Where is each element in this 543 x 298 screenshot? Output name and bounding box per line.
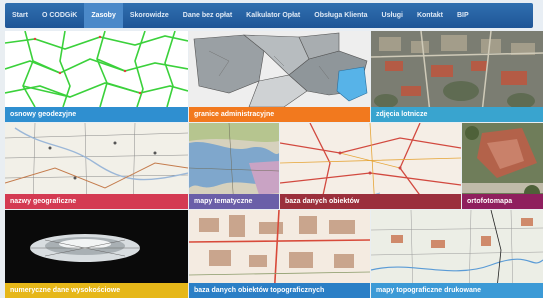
tile-label: zdjęcia lotnicze bbox=[371, 107, 543, 122]
tile-numeryczne-dane-wysokosciowe[interactable]: numeryczne dane wysokościowe bbox=[5, 210, 188, 298]
tile-label: baza danych obiektów topograficznych bbox=[189, 283, 370, 298]
tile-mapy-topograficzne-drukowane[interactable]: mapy topograficzne drukowane bbox=[371, 210, 543, 298]
tile-osnowy-geodezyjne[interactable]: osnowy geodezyjne bbox=[5, 31, 188, 122]
tile-baza-danych-obiektow[interactable]: baza danych obiektów bbox=[280, 123, 461, 209]
nav-item-o-codgik[interactable]: O CODGiK bbox=[35, 3, 84, 28]
tile-ortofotomapa[interactable]: ortofotomapa bbox=[462, 123, 543, 209]
nav-item-zasoby[interactable]: Zasoby bbox=[84, 3, 123, 28]
tile-label: mapy topograficzne drukowane bbox=[371, 283, 543, 298]
tile-label: mapy tematyczne bbox=[189, 194, 279, 209]
nav-item-start[interactable]: Start bbox=[5, 3, 35, 28]
tile-label: ortofotomapa bbox=[462, 194, 543, 209]
tile-label: granice administracyjne bbox=[189, 107, 370, 122]
nav-bar: Start O CODGiK Zasoby Skorowidze Dane be… bbox=[5, 3, 533, 28]
nav-item-bip[interactable]: BIP bbox=[450, 3, 476, 28]
tile-mapy-tematyczne[interactable]: mapy tematyczne bbox=[189, 123, 279, 209]
tile-zdjecia-lotnicze[interactable]: zdjęcia lotnicze bbox=[371, 31, 543, 122]
top-navigation: Start O CODGiK Zasoby Skorowidze Dane be… bbox=[0, 0, 543, 31]
tile-bdot[interactable]: baza danych obiektów topograficznych bbox=[189, 210, 370, 298]
tile-label: nazwy geograficzne bbox=[5, 194, 188, 209]
tile-nazwy-geograficzne[interactable]: nazwy geograficzne bbox=[5, 123, 188, 209]
nav-item-dane-bez-oplat[interactable]: Dane bez opłat bbox=[176, 3, 239, 28]
nav-item-kontakt[interactable]: Kontakt bbox=[410, 3, 450, 28]
tile-label: numeryczne dane wysokościowe bbox=[5, 283, 188, 298]
tile-granice-administracyjne[interactable]: granice administracyjne bbox=[189, 31, 370, 122]
resources-grid: osnowy geodezyjne granice administracyjn… bbox=[5, 31, 543, 298]
nav-item-obsluga-klienta[interactable]: Obsługa Klienta bbox=[307, 3, 374, 28]
tile-label: baza danych obiektów bbox=[280, 194, 461, 209]
tile-label: osnowy geodezyjne bbox=[5, 107, 188, 122]
nav-item-uslugi[interactable]: Usługi bbox=[375, 3, 410, 28]
nav-item-kalkulator-oplat[interactable]: Kalkulator Opłat bbox=[239, 3, 307, 28]
nav-item-skorowidze[interactable]: Skorowidze bbox=[123, 3, 176, 28]
